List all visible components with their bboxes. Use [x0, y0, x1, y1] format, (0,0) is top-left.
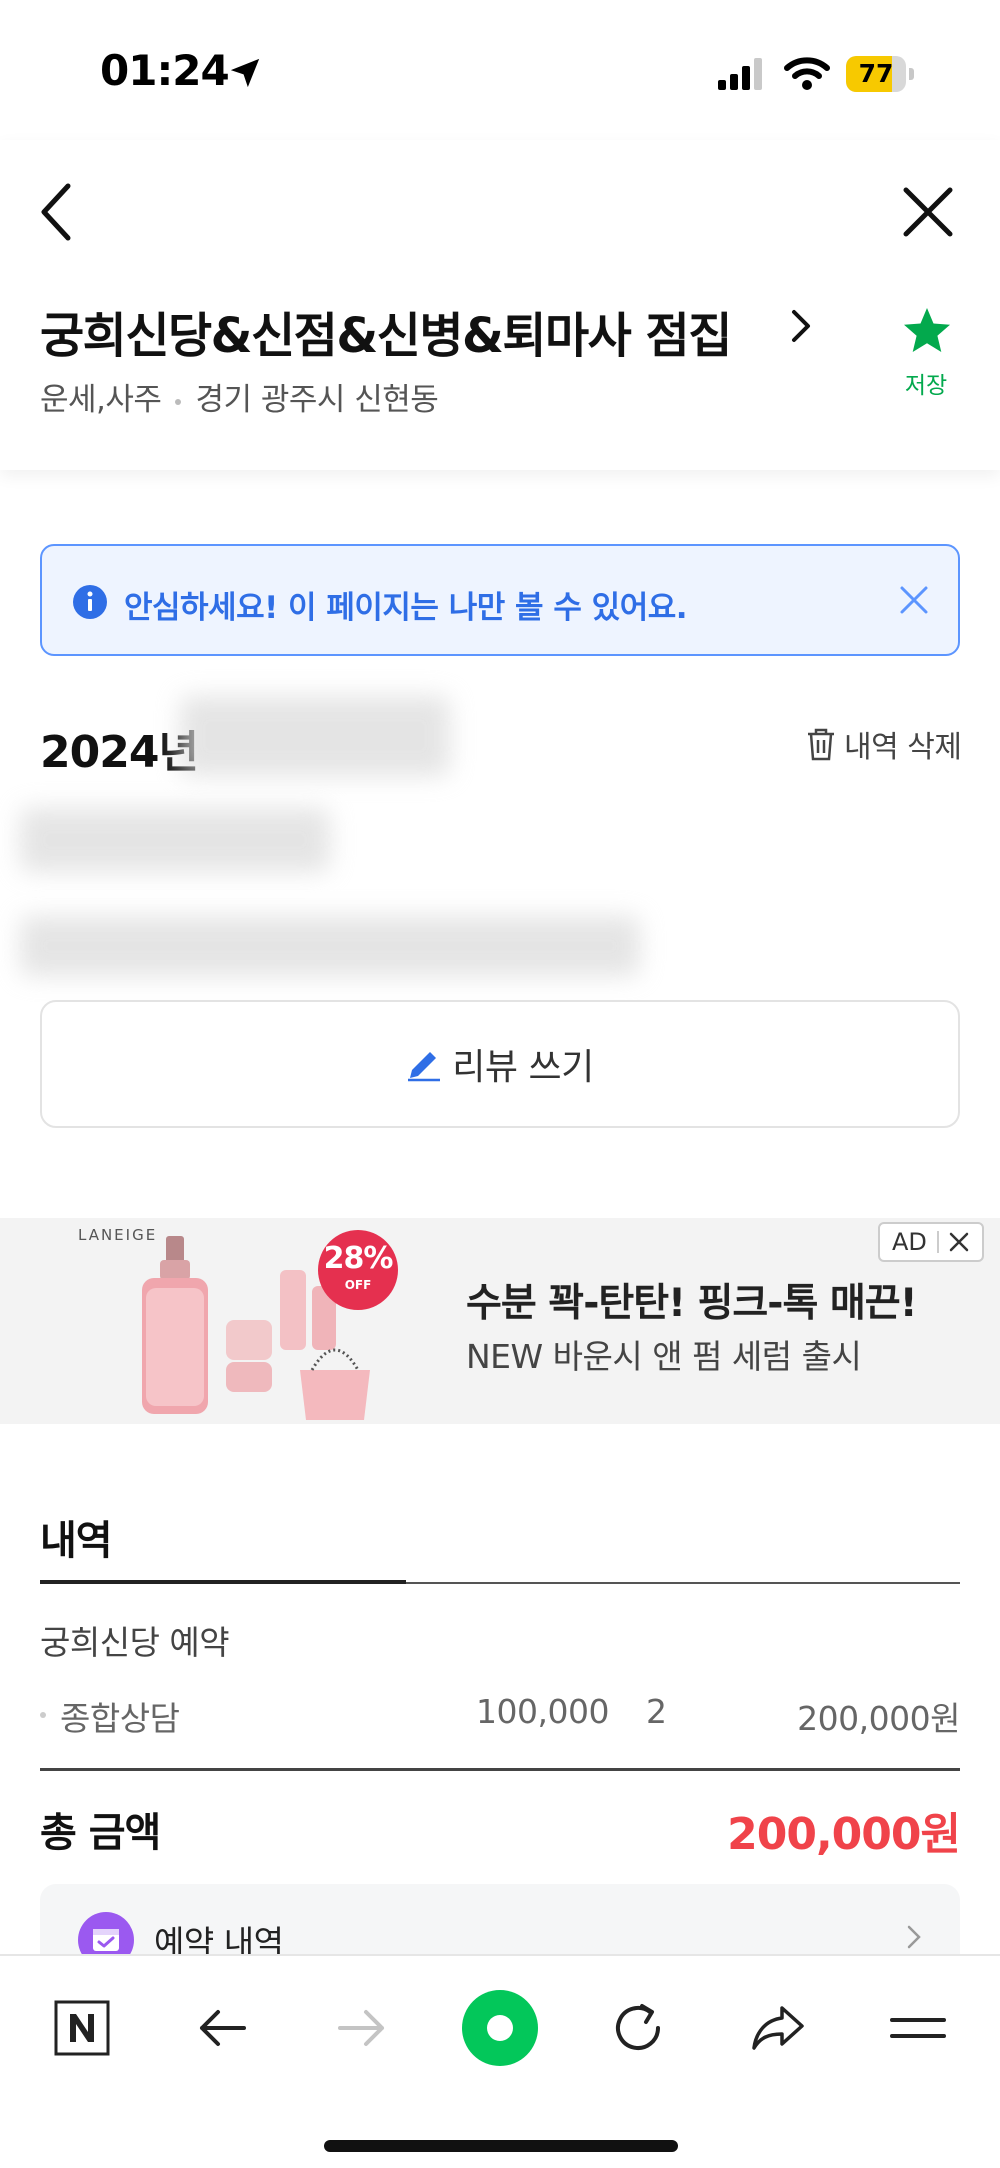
save-button-label[interactable]: 저장 — [896, 366, 956, 400]
share-button[interactable] — [738, 1988, 818, 2068]
ad-label: AD — [892, 1228, 927, 1256]
info-icon — [73, 585, 107, 619]
browser-toolbar — [0, 1954, 1000, 2168]
ad-close-icon[interactable] — [949, 1232, 969, 1252]
total-amount: 200,000원 — [727, 1809, 961, 1860]
details-tab-indicator — [40, 1580, 406, 1584]
place-address: 경기 광주시 신현동 — [195, 382, 439, 418]
total-divider — [40, 1768, 960, 1771]
ad-mark[interactable]: AD — [878, 1222, 984, 1262]
battery-percent: 77 — [858, 59, 894, 88]
close-icon[interactable] — [902, 186, 954, 238]
location-arrow-icon — [230, 58, 260, 88]
total-label: 총 금액 — [40, 1810, 161, 1856]
naver-home-button[interactable] — [42, 1988, 122, 2068]
ad-headline: 수분 꽉-탄탄! 핑크-톡 매끈! — [466, 1281, 917, 1326]
place-title[interactable]: 궁희신당&신점&신병&퇴마사 점집 — [40, 296, 732, 366]
menu-icon — [890, 2018, 946, 2038]
write-review-button[interactable]: 리뷰 쓰기 — [40, 1000, 960, 1128]
wifi-icon — [784, 57, 830, 90]
redacted-date — [180, 696, 450, 776]
place-category: 운세,사주 — [40, 382, 162, 418]
item-quantity: 2 — [646, 1692, 667, 1731]
nav-back-button[interactable] — [182, 1988, 262, 2068]
item-price: 100,000 — [476, 1692, 609, 1731]
delete-history-label: 내역 삭제 — [844, 730, 962, 765]
refresh-button[interactable] — [598, 1988, 678, 2068]
ad-banner[interactable]: LANEIGE 28% OFF 수분 꽉-탄탄! 핑크-톡 매끈! NEW 바운… — [0, 1218, 1000, 1424]
item-name: 종합상담 — [60, 1699, 180, 1738]
notice-text: 안심하세요! 이 페이지는 나만 볼 수 있어요. — [124, 590, 688, 626]
redacted-detail — [20, 808, 330, 872]
star-icon[interactable] — [902, 306, 952, 356]
privacy-notice: 안심하세요! 이 페이지는 나만 볼 수 있어요. — [40, 544, 960, 656]
menu-button[interactable] — [878, 1988, 958, 2068]
booking-date: 2024년 — [40, 727, 199, 778]
back-icon[interactable] — [36, 180, 76, 244]
home-indicator — [324, 2140, 678, 2152]
trash-icon — [808, 728, 834, 761]
nav-forward-button[interactable] — [322, 1988, 402, 2068]
item-total: 200,000원 — [797, 1699, 960, 1738]
back-arrow-icon — [200, 2010, 246, 2046]
share-icon — [752, 2006, 804, 2050]
cellular-signal-icon — [718, 58, 762, 90]
battery-indicator: 77 — [846, 56, 914, 92]
status-time: 01:24 — [100, 46, 230, 95]
chevron-right-icon[interactable] — [790, 308, 812, 344]
line-item-row: 종합상담 100,000 2 200,000원 — [40, 1692, 960, 1740]
details-title: 내역 — [40, 1518, 113, 1564]
delete-history-button[interactable]: 내역 삭제 — [806, 722, 962, 766]
shop-booking-line: 궁희신당 예약 — [40, 1623, 230, 1662]
ad-discount-badge: 28% OFF — [318, 1230, 398, 1310]
pencil-icon — [408, 1052, 441, 1082]
green-dot-button[interactable] — [460, 1988, 540, 2068]
ad-subline: NEW 바운시 앤 펌 세럼 출시 — [466, 1337, 862, 1376]
naver-n-icon — [54, 2000, 110, 2056]
write-review-label: 리뷰 쓰기 — [452, 1047, 594, 1088]
notice-close-icon[interactable] — [898, 584, 930, 616]
green-dot-icon — [462, 1990, 538, 2066]
forward-arrow-icon — [338, 2010, 384, 2046]
refresh-icon — [616, 2004, 660, 2050]
status-bar: 01:24 77 — [0, 0, 1000, 140]
redacted-info — [20, 916, 640, 976]
place-subtitle: 운세,사주 경기 광주시 신현동 — [40, 374, 439, 419]
chevron-right-icon — [907, 1925, 921, 1949]
